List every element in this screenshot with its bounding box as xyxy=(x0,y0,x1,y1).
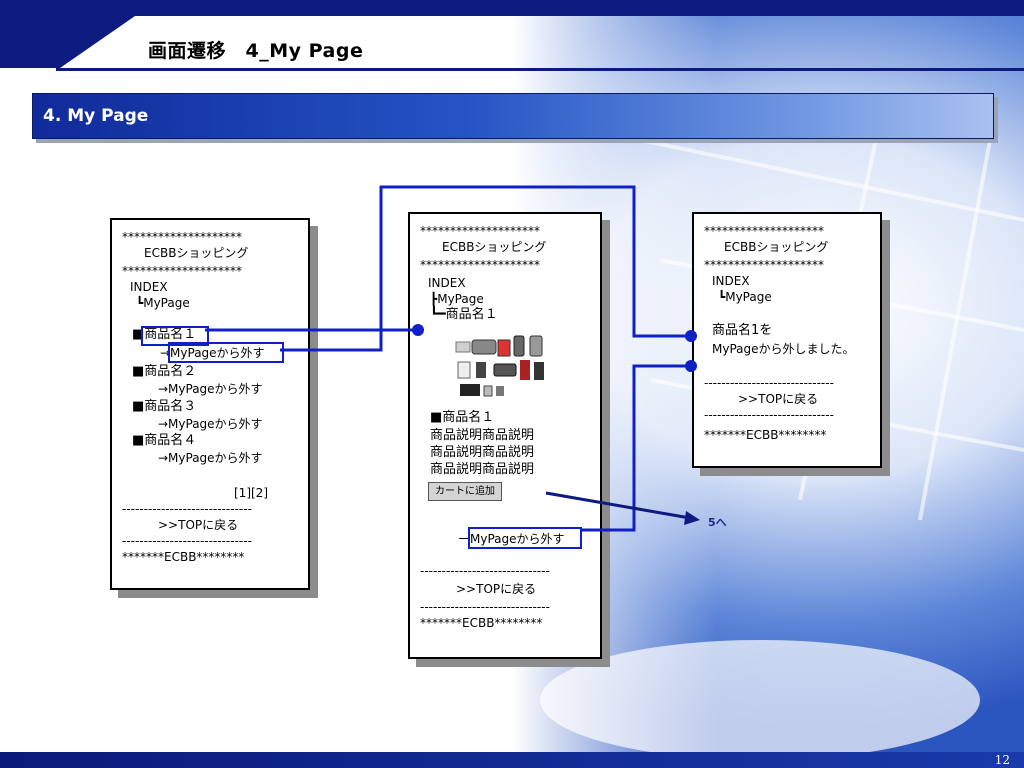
footer-bar: 12 xyxy=(0,752,1024,768)
transition-connectors xyxy=(205,185,700,532)
page-number: 12 xyxy=(994,753,1010,767)
next-screen-label: 5へ xyxy=(708,516,727,529)
